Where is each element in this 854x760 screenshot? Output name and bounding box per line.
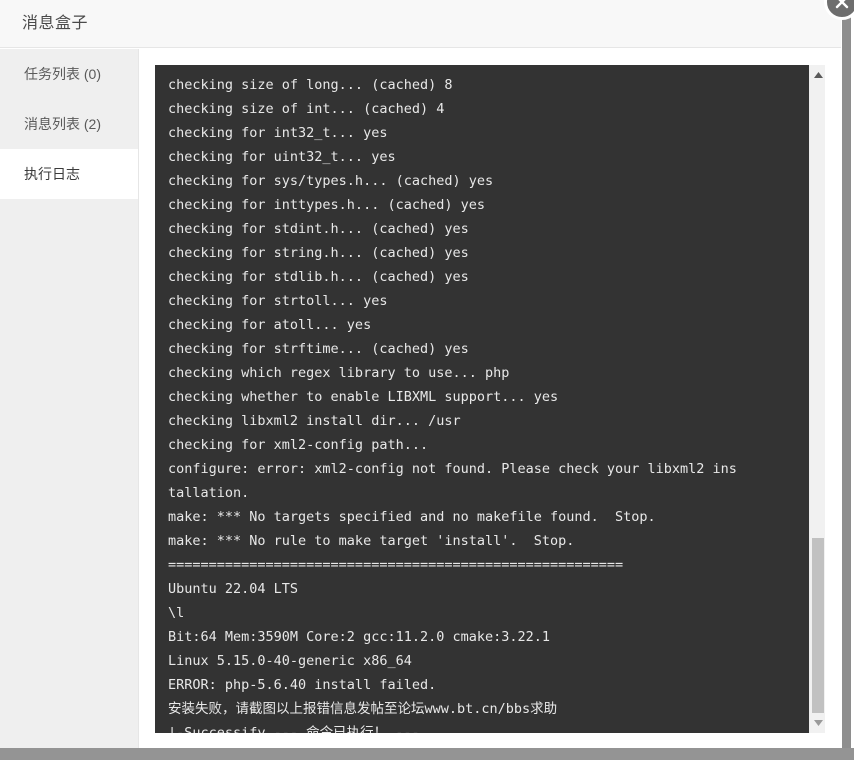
- terminal-line: Bit:64 Mem:3590M Core:2 gcc:11.2.0 cmake…: [168, 629, 551, 645]
- log-viewer: checking size of long... (cached) 8 check…: [155, 65, 825, 733]
- terminal-line: ERROR: php-5.6.40 install failed.: [168, 677, 437, 693]
- terminal-line: checking for string.h... (cached) yes: [168, 245, 469, 261]
- log-scrollbar-thumb[interactable]: [812, 538, 824, 713]
- sidebar-item-label: 任务列表 (0): [24, 66, 101, 82]
- terminal-line: |-Successify --- 命令已执行！ ---: [168, 725, 420, 733]
- terminal-line: checking libxml2 install dir... /usr: [168, 413, 461, 429]
- terminal-line: checking for xml2-config path...: [168, 437, 429, 453]
- terminal-line: checking for inttypes.h... (cached) yes: [168, 197, 485, 213]
- sidebar-item-label: 执行日志: [24, 166, 80, 182]
- terminal-line: \l: [168, 605, 185, 621]
- sidebar-item-label: 消息列表 (2): [24, 116, 101, 132]
- page-scrollbar-thumb[interactable]: [842, 0, 851, 748]
- terminal-line: checking size of int... (cached) 4: [168, 101, 445, 117]
- terminal-line: checking for int32_t... yes: [168, 125, 388, 141]
- sidebar-item-task-list[interactable]: 任务列表 (0): [0, 49, 138, 99]
- terminal-line: checking for strtoll... yes: [168, 293, 388, 309]
- terminal-line: checking whether to enable LIBXML suppor…: [168, 389, 559, 405]
- terminal-line: tallation.: [168, 485, 250, 501]
- chevron-down-icon: [813, 720, 823, 726]
- sidebar: 任务列表 (0) 消息列表 (2) 执行日志: [0, 49, 139, 748]
- terminal-line: configure: error: xml2-config not found.…: [168, 461, 737, 477]
- terminal-line: make: *** No targets specified and no ma…: [168, 509, 656, 525]
- terminal-line: checking for uint32_t... yes: [168, 149, 396, 165]
- terminal-line: checking for stdlib.h... (cached) yes: [168, 269, 469, 285]
- terminal-line: checking which regex library to use... p…: [168, 365, 510, 381]
- content-panel: checking size of long... (cached) 8 check…: [140, 49, 841, 748]
- terminal-line: ========================================…: [168, 557, 624, 573]
- sidebar-item-execution-log[interactable]: 执行日志: [0, 149, 138, 199]
- sidebar-item-message-list[interactable]: 消息列表 (2): [0, 99, 138, 149]
- terminal-line: Linux 5.15.0-40-generic x86_64: [168, 653, 412, 669]
- chevron-up-icon: [813, 72, 823, 78]
- dialog-header: 消息盒子: [0, 0, 841, 48]
- log-scrollbar-track[interactable]: [809, 65, 825, 733]
- terminal-line: checking size of long... (cached) 8: [168, 77, 453, 93]
- terminal-line: checking for atoll... yes: [168, 317, 372, 333]
- scroll-down-button[interactable]: [810, 715, 826, 731]
- terminal-line: Ubuntu 22.04 LTS: [168, 581, 299, 597]
- terminal-line: 安装失败，请截图以上报错信息发帖至论坛www.bt.cn/bbs求助: [168, 701, 558, 717]
- terminal-output: checking size of long... (cached) 8 check…: [155, 65, 809, 733]
- message-box-dialog: 消息盒子 任务列表 (0) 消息列表 (2) 执行日志 checking siz…: [0, 0, 854, 760]
- terminal-line: make: *** No rule to make target 'instal…: [168, 533, 575, 549]
- scroll-up-button[interactable]: [810, 67, 826, 83]
- terminal-line: checking for stdint.h... (cached) yes: [168, 221, 469, 237]
- page-title: 消息盒子: [22, 15, 89, 32]
- bottom-bar: [0, 748, 854, 760]
- terminal-line: checking for strftime... (cached) yes: [168, 341, 469, 357]
- page-scrollbar-track[interactable]: [841, 0, 854, 748]
- terminal-line: checking for sys/types.h... (cached) yes: [168, 173, 494, 189]
- close-x-icon: [835, 0, 849, 9]
